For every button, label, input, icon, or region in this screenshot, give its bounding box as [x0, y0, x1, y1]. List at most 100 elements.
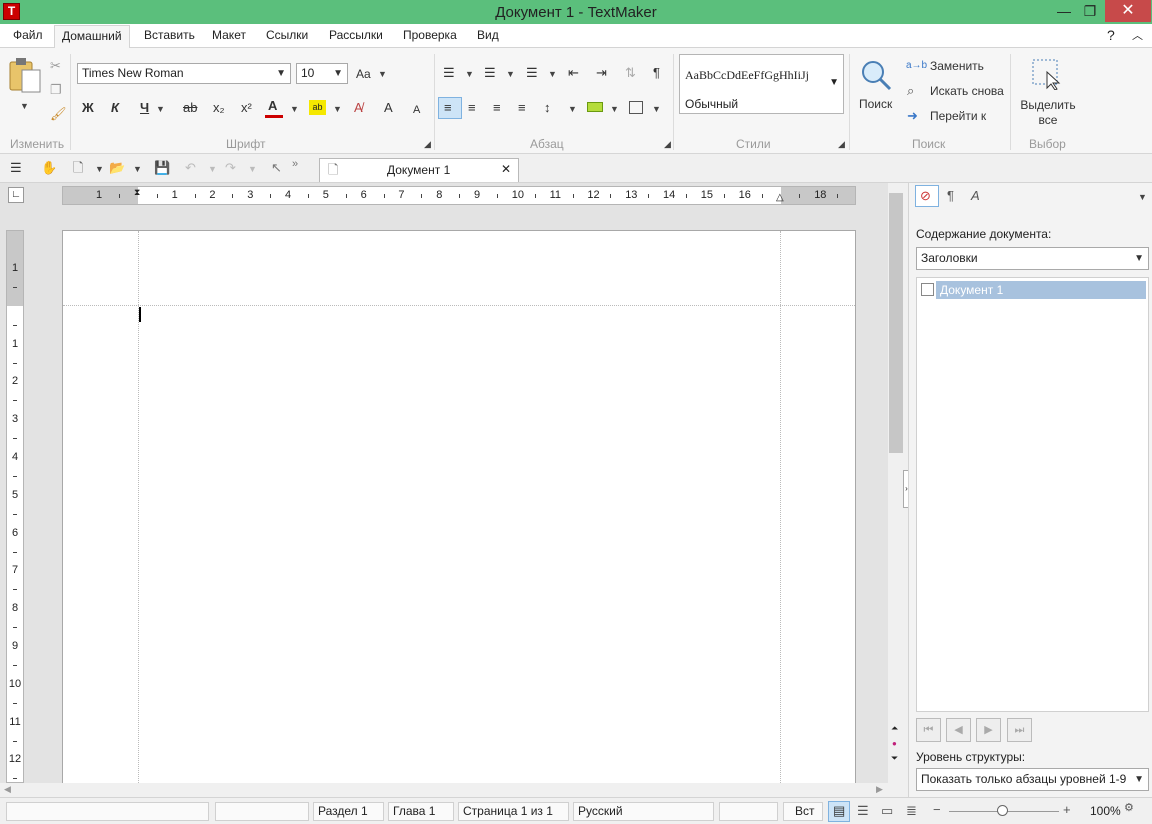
font-dialog-launcher-icon[interactable]: ◢ [424, 139, 431, 150]
redo-icon[interactable]: ↷ [225, 160, 236, 176]
find-again-button[interactable]: Искать снова [930, 84, 1004, 98]
right-indent-marker[interactable]: △ [776, 192, 784, 203]
font-color-dropdown-icon[interactable]: ▼ [290, 104, 299, 114]
browse-object-icon[interactable]: ● [892, 739, 897, 748]
bullets-dropdown-icon[interactable]: ▼ [465, 69, 474, 79]
undo-dropdown-icon[interactable]: ▼ [208, 164, 217, 174]
format-painter-icon[interactable]: 🖌 [50, 106, 67, 122]
help-button[interactable]: ? [1107, 27, 1115, 43]
save-icon[interactable]: 💾 [154, 160, 170, 176]
paragraph-styles-icon[interactable]: ¶ [947, 188, 954, 204]
search-button[interactable]: Поиск [856, 58, 896, 114]
more-tools-icon[interactable]: » [292, 156, 298, 172]
close-tab-icon[interactable]: ✕ [501, 162, 511, 176]
sort-icon[interactable]: ⇅ [625, 65, 636, 81]
new-dropdown-icon[interactable]: ▼ [95, 164, 104, 174]
panel-menu-icon[interactable]: ▼ [1138, 192, 1147, 202]
highlight-icon[interactable]: ab [309, 100, 326, 115]
align-left-button[interactable]: ≡ [438, 97, 462, 119]
tab-insert[interactable]: Вставить [144, 28, 195, 42]
change-case-icon[interactable]: Aa [356, 66, 371, 82]
horizontal-scrollbar[interactable]: ◀ ▶ [0, 783, 888, 797]
styles-dialog-launcher-icon[interactable]: ◢ [838, 139, 845, 150]
bold-button[interactable]: Ж [82, 100, 94, 116]
new-document-icon[interactable]: 🗋 [73, 160, 83, 176]
tab-references[interactable]: Ссылки [266, 28, 308, 42]
tab-view[interactable]: Вид [477, 28, 499, 42]
vertical-scroll-thumb[interactable] [889, 193, 903, 453]
open-folder-icon[interactable]: 📂 [109, 160, 125, 176]
structure-level-select[interactable]: Показать только абзацы уровней 1-9 ▼ [916, 768, 1149, 791]
status-language[interactable]: Русский [573, 802, 714, 821]
numbering-icon[interactable]: ☰ [484, 65, 496, 81]
zoom-level[interactable]: 100% [1090, 804, 1121, 818]
change-case-dropdown-icon[interactable]: ▼ [378, 69, 387, 79]
tab-home[interactable]: Домашний [54, 25, 130, 49]
clear-formatting-icon[interactable]: A̸ [354, 100, 363, 116]
superscript-button[interactable]: x² [241, 100, 252, 116]
select-all-button[interactable]: Выделить все [1018, 56, 1078, 128]
style-gallery[interactable]: AaBbCcDdEeFfGgHhIiJj Обычный ▼ [679, 54, 844, 114]
borders-dropdown-icon[interactable]: ▼ [652, 104, 661, 114]
line-spacing-dropdown-icon[interactable]: ▼ [568, 104, 577, 114]
document-page[interactable] [62, 230, 856, 791]
tab-review[interactable]: Проверка [403, 28, 457, 42]
insert-mode-indicator[interactable]: Вст [783, 802, 823, 821]
tab-file[interactable]: Файл [13, 28, 43, 42]
continuous-view-icon[interactable]: ☰ [857, 803, 869, 819]
paragraph-dialog-launcher-icon[interactable]: ◢ [664, 139, 671, 150]
heading-mode-select[interactable]: Заголовки ▼ [916, 247, 1149, 270]
tab-mailings[interactable]: Рассылки [329, 28, 383, 42]
scroll-left-icon[interactable]: ◀ [4, 784, 11, 795]
page-layout-view-icon[interactable]: ▭ [881, 803, 893, 819]
previous-heading-icon[interactable]: ◀ [946, 718, 971, 742]
shading-icon[interactable] [587, 102, 603, 112]
outline-view-icon[interactable]: ≣ [906, 803, 917, 819]
scroll-down-page-icon[interactable]: ⏷ [891, 753, 898, 764]
first-heading-icon[interactable]: ⏮ [916, 718, 941, 742]
tree-item-checkbox[interactable] [921, 283, 934, 296]
redo-dropdown-icon[interactable]: ▼ [248, 164, 257, 174]
next-heading-icon[interactable]: ▶ [976, 718, 1001, 742]
justify-icon[interactable]: ≡ [518, 100, 526, 116]
tree-item-document[interactable]: Документ 1 [936, 281, 1146, 299]
grow-font-button[interactable]: A [384, 100, 393, 116]
underline-button[interactable]: Ч [140, 100, 149, 116]
goto-button[interactable]: Перейти к [930, 109, 986, 123]
scroll-right-icon[interactable]: ▶ [876, 784, 883, 795]
cut-icon[interactable]: ✂ [50, 58, 61, 74]
replace-button[interactable]: Заменить [930, 59, 984, 73]
paste-dropdown-icon[interactable]: ▼ [20, 101, 29, 111]
undo-icon[interactable]: ↶ [185, 160, 196, 176]
zoom-out-icon[interactable]: − [933, 802, 941, 818]
document-tab[interactable]: 🗋 Документ 1 ✕ [319, 158, 519, 182]
zoom-slider-thumb[interactable] [997, 805, 1008, 816]
normal-view-button[interactable]: ▤ [828, 801, 850, 822]
line-spacing-icon[interactable]: ↕ [544, 100, 551, 116]
horizontal-ruler[interactable]: 1 1 2 3 4 5 6 7 8 9 10 11 12 13 14 15 16 18 ⧗ △ [62, 186, 856, 205]
copy-icon[interactable]: ❐ [50, 82, 62, 98]
chevron-down-icon[interactable]: ▼ [829, 77, 839, 88]
menu-icon[interactable]: ☰ [10, 160, 22, 176]
character-styles-icon[interactable]: A [971, 188, 980, 204]
scroll-up-page-icon[interactable]: ⏶ [891, 723, 898, 734]
increase-indent-icon[interactable]: ⇥ [596, 65, 607, 81]
tab-layout[interactable]: Макет [212, 28, 246, 42]
align-center-icon[interactable]: ≡ [468, 100, 476, 116]
collapse-ribbon-icon[interactable]: ︿ [1132, 27, 1143, 43]
subscript-button[interactable]: x₂ [213, 100, 225, 116]
highlight-dropdown-icon[interactable]: ▼ [333, 104, 342, 114]
status-bar-menu-icon[interactable]: ⚙ [1124, 800, 1134, 816]
multilevel-list-icon[interactable]: ☰ [526, 65, 538, 81]
contents-tree[interactable]: Документ 1 [916, 277, 1149, 712]
hand-tool-icon[interactable]: ✋ [41, 160, 57, 176]
numbering-dropdown-icon[interactable]: ▼ [506, 69, 515, 79]
underline-dropdown-icon[interactable]: ▼ [156, 104, 165, 114]
borders-icon[interactable] [629, 101, 643, 114]
strikethrough-button[interactable]: ab [183, 100, 197, 116]
last-heading-icon[interactable]: ⏭ [1007, 718, 1032, 742]
decrease-indent-icon[interactable]: ⇤ [568, 65, 579, 81]
tab-stop-selector[interactable]: ∟ [8, 187, 24, 203]
align-right-icon[interactable]: ≡ [493, 100, 501, 116]
font-size-select[interactable]: 10 ▼ [296, 63, 348, 84]
